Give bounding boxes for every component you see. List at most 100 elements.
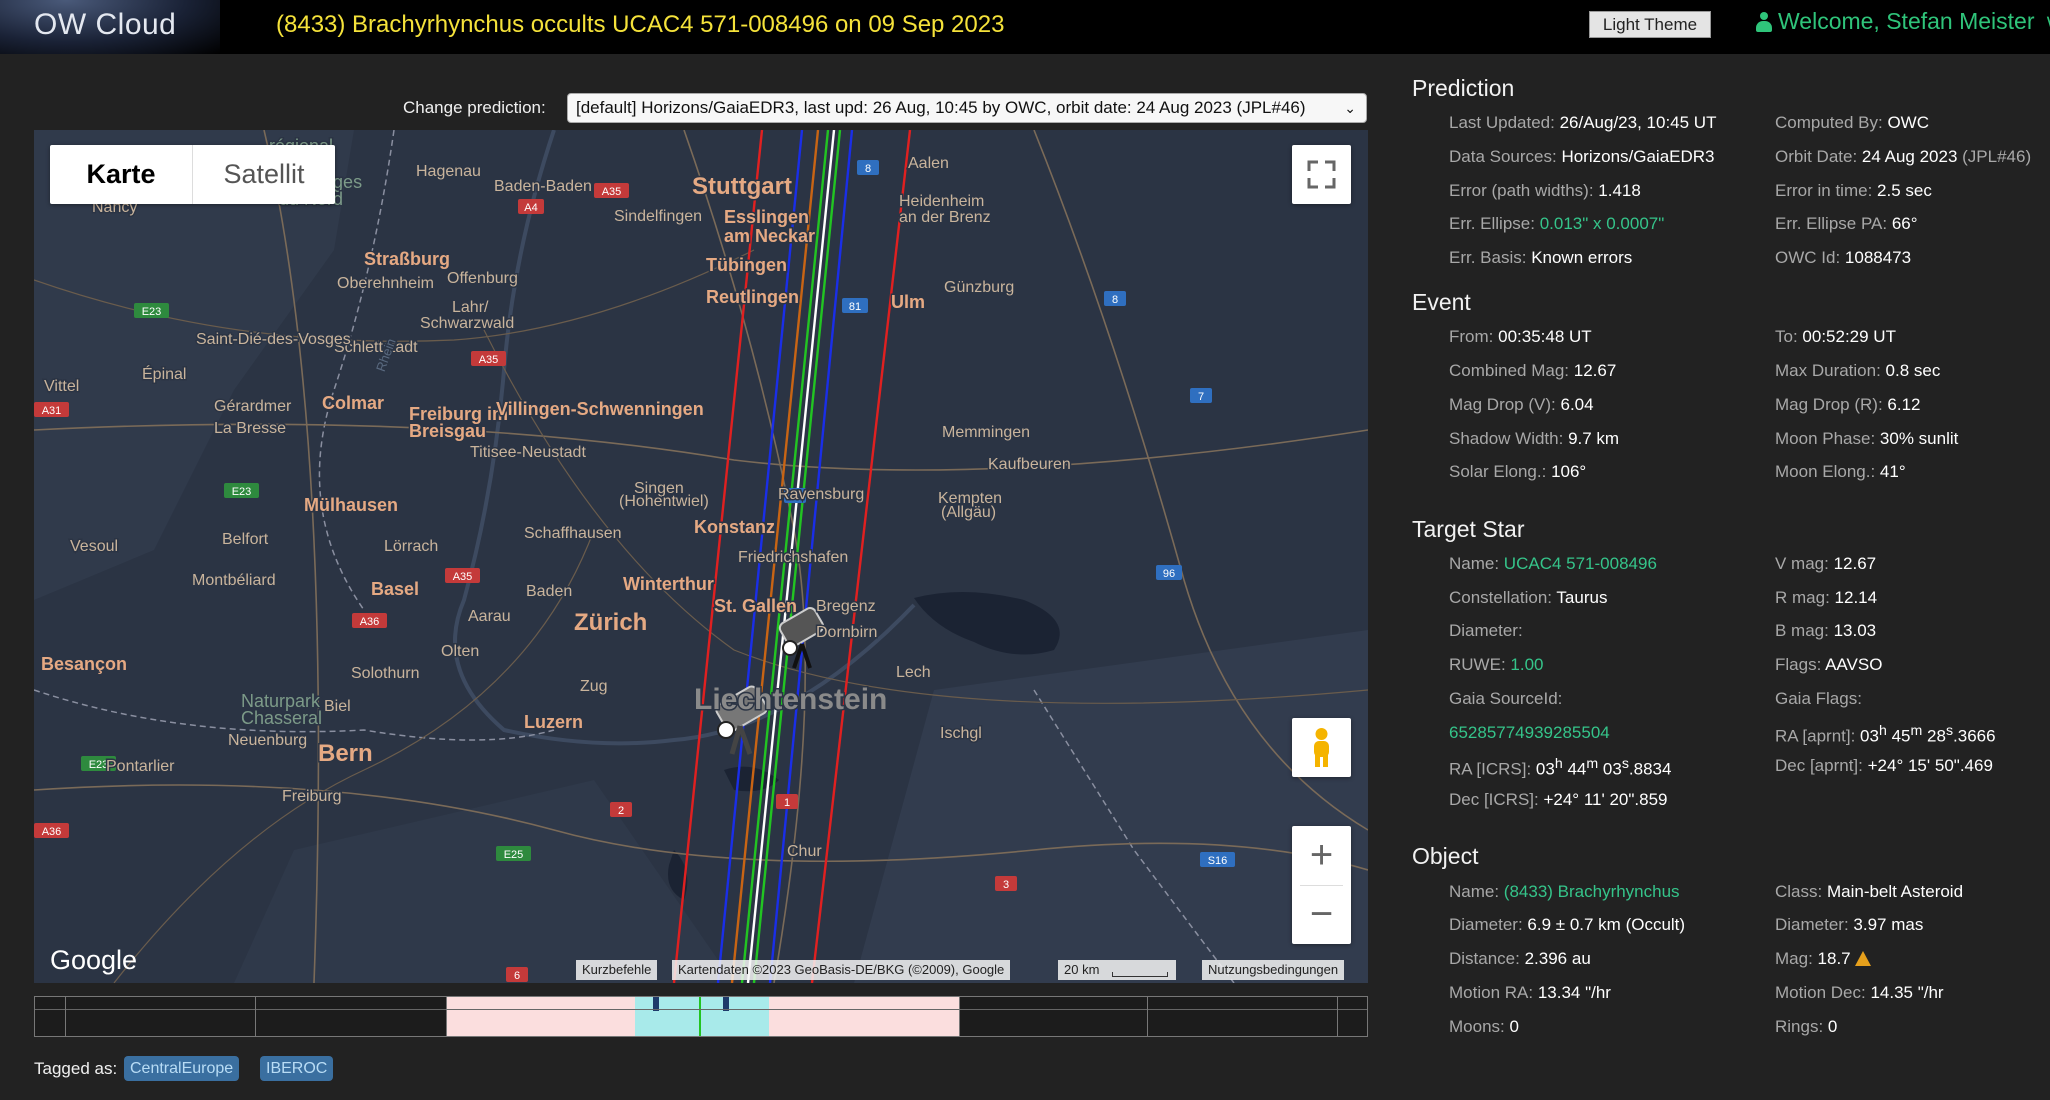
terms-of-use-link[interactable]: Nutzungsbedingungen	[1202, 960, 1345, 980]
object-mag: Mag: 18.7	[1775, 949, 1871, 969]
map-place-label: St. Gallen	[714, 596, 797, 616]
map-place-label: Besançon	[41, 654, 127, 674]
map-place-label: Memmingen	[942, 424, 1030, 441]
event-combined-mag: Combined Mag: 12.67	[1449, 361, 1617, 380]
star-name: Name: UCAC4 571-008496	[1449, 554, 1657, 573]
event-max-duration: Max Duration: 0.8 sec	[1775, 361, 1941, 380]
map-place-label: Zürich	[574, 609, 647, 636]
app-logo[interactable]: OW Cloud	[0, 0, 220, 54]
map-place-label: Saint-Dié-des-Vosges	[196, 331, 351, 348]
map-place-label: Luzern	[524, 712, 583, 732]
road-shield: S16	[1200, 852, 1235, 867]
map-place-label: Colmar	[322, 393, 384, 413]
road-shield: A35	[471, 351, 506, 366]
timeline-tick	[1337, 997, 1338, 1036]
map-place-label: Freiburg	[282, 788, 342, 805]
occultation-map[interactable]: A4 A35 A35 A35 A36 A31 E23 E23 E23 E25 A36 8 81 8 7 96 8…	[34, 130, 1368, 983]
map-place-label: am Neckar	[724, 226, 815, 246]
map-place-label: Ischgl	[940, 725, 982, 742]
star-ruwe: RUWE: 1.00	[1449, 655, 1544, 674]
map-place-label: Solothurn	[351, 665, 420, 682]
map-place-label: Schaffhausen	[524, 525, 622, 542]
user-menu[interactable]: Welcome, Stefan Meister ∨	[1756, 8, 2050, 35]
star-gaia-sourceid-label: Gaia SourceId:	[1449, 689, 1563, 708]
road-shield: A4	[518, 199, 544, 214]
street-view-pegman-button[interactable]	[1292, 718, 1351, 777]
prediction-last-updated: Last Updated: 26/Aug/23, 10:45 UT	[1449, 113, 1717, 132]
star-constellation: Constellation: Taurus	[1449, 588, 1608, 607]
object-diameter-km: Diameter: 6.9 ± 0.7 km (Occult)	[1449, 915, 1686, 934]
map-place-label: Breisgau	[409, 421, 486, 441]
warning-icon[interactable]	[1854, 951, 1871, 966]
star-gaia-sourceid[interactable]: 65285774939285504	[1449, 723, 1610, 743]
map-place-label: (Hohentwiel)	[619, 493, 709, 510]
road-shield: 6	[506, 967, 528, 982]
map-place-label: Kaufbeuren	[988, 456, 1071, 473]
map-place-label: Gérardmer	[214, 398, 292, 415]
map-place-label: Lahr/	[452, 299, 489, 316]
prediction-error-time: Error in time: 2.5 sec	[1775, 181, 1932, 200]
map-place-label: Esslingen	[724, 207, 809, 227]
svg-text:S16: S16	[1208, 855, 1228, 867]
timeline-tick	[255, 997, 256, 1036]
map-place-label: Basel	[371, 579, 419, 599]
zoom-control: + −	[1292, 826, 1351, 944]
scale-bar: 20 km	[1058, 960, 1176, 980]
svg-text:E23: E23	[142, 306, 162, 318]
star-dec-aprnt: Dec [aprnt]: +24° 15' 50".469	[1775, 756, 1993, 775]
tag-iberoc[interactable]: IBEROC	[260, 1056, 334, 1081]
map-place-label: Günzburg	[944, 279, 1014, 296]
map-place-label: Tübingen	[706, 255, 787, 275]
star-v-mag: V mag: 12.67	[1775, 554, 1877, 573]
object-section-title: Object	[1412, 843, 1479, 869]
road-shield: E23	[134, 303, 169, 318]
light-theme-button[interactable]: Light Theme	[1589, 11, 1711, 38]
target-star-section-title: Target Star	[1412, 516, 1525, 542]
map-place-label: Lörrach	[384, 538, 438, 555]
scale-bar-label: 20 km	[1064, 962, 1100, 977]
star-r-mag: R mag: 12.14	[1775, 588, 1878, 607]
object-name-link[interactable]: (8433) Brachyrhynchus	[1504, 882, 1680, 901]
road-shield: A36	[352, 613, 387, 628]
svg-text:8: 8	[865, 163, 871, 175]
map-place-label: Oberehnheim	[337, 275, 434, 292]
zoom-in-button[interactable]: +	[1292, 826, 1351, 885]
prediction-section-title: Prediction	[1412, 75, 1515, 101]
svg-text:1: 1	[784, 797, 790, 809]
road-shield: 3	[995, 876, 1017, 891]
map-place-label: (Allgäu)	[941, 504, 996, 521]
zoom-out-button[interactable]: −	[1292, 885, 1351, 944]
event-section-title: Event	[1412, 289, 1471, 315]
map-place-label: Baden-Baden	[494, 178, 592, 195]
map-place-label: Baden	[526, 583, 572, 600]
map-place-label: Ulm	[891, 292, 925, 312]
star-name-link[interactable]: UCAC4 571-008496	[1504, 554, 1657, 573]
timeline-rule	[35, 1009, 1367, 1010]
map-place-label: Sindelfingen	[614, 208, 702, 225]
star-flags: Flags: AAVSO	[1775, 655, 1883, 674]
timeline-tick	[1147, 997, 1148, 1036]
event-mag-drop-v: Mag Drop (V): 6.04	[1449, 395, 1594, 414]
timeline-tick	[65, 997, 66, 1036]
map-type-satellit-button[interactable]: Satellit	[193, 145, 335, 204]
svg-text:A36: A36	[360, 616, 380, 628]
map-place-label: Dornbirn	[816, 624, 877, 641]
map-place-label: Villingen-Schwenningen	[496, 399, 704, 419]
map-place-label: La Bresse	[214, 420, 286, 437]
keyboard-shortcuts-link[interactable]: Kurzbefehle	[576, 960, 658, 980]
map-place-label: an der Brenz	[899, 209, 991, 226]
event-timeline[interactable]	[34, 996, 1368, 1037]
tag-centraleurope[interactable]: CentralEurope	[124, 1056, 240, 1081]
map-place-label: Neuenburg	[228, 732, 307, 749]
map-place-label: Friedrichshafen	[738, 549, 848, 566]
svg-text:6: 6	[514, 970, 520, 982]
map-place-label: Hagenau	[416, 163, 481, 180]
object-name: Name: (8433) Brachyrhynchus	[1449, 882, 1680, 901]
svg-text:7: 7	[1198, 391, 1204, 403]
road-shield: 96	[1156, 565, 1182, 580]
svg-text:8: 8	[1112, 294, 1118, 306]
fullscreen-button[interactable]	[1292, 145, 1351, 204]
prediction-select[interactable]: [default] Horizons/GaiaEDR3, last upd: 2…	[567, 93, 1367, 123]
map-type-karte-button[interactable]: Karte	[50, 145, 193, 204]
map-canvas[interactable]: A4A35A35A35A36A31E23E23E23E25A3688187968…	[34, 130, 1368, 983]
